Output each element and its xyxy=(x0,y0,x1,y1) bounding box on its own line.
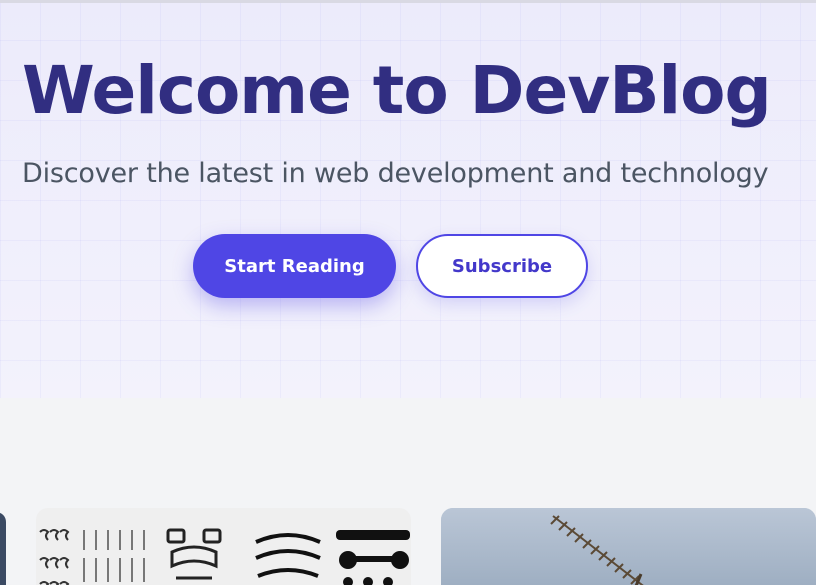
start-reading-button[interactable]: Start Reading xyxy=(193,234,396,298)
antenna-image xyxy=(441,508,816,585)
subscribe-button[interactable]: Subscribe xyxy=(416,234,588,298)
top-divider xyxy=(0,0,816,3)
post-card-image-parts[interactable] xyxy=(36,508,411,585)
mechanical-parts-image xyxy=(36,508,411,585)
hero-section: Welcome to DevBlog Discover the latest i… xyxy=(0,0,816,398)
partial-card-image[interactable] xyxy=(0,512,6,585)
hero-subtitle: Discover the latest in web development a… xyxy=(22,158,769,189)
post-card-image-antenna[interactable] xyxy=(441,508,816,585)
page-title: Welcome to DevBlog xyxy=(22,52,772,129)
